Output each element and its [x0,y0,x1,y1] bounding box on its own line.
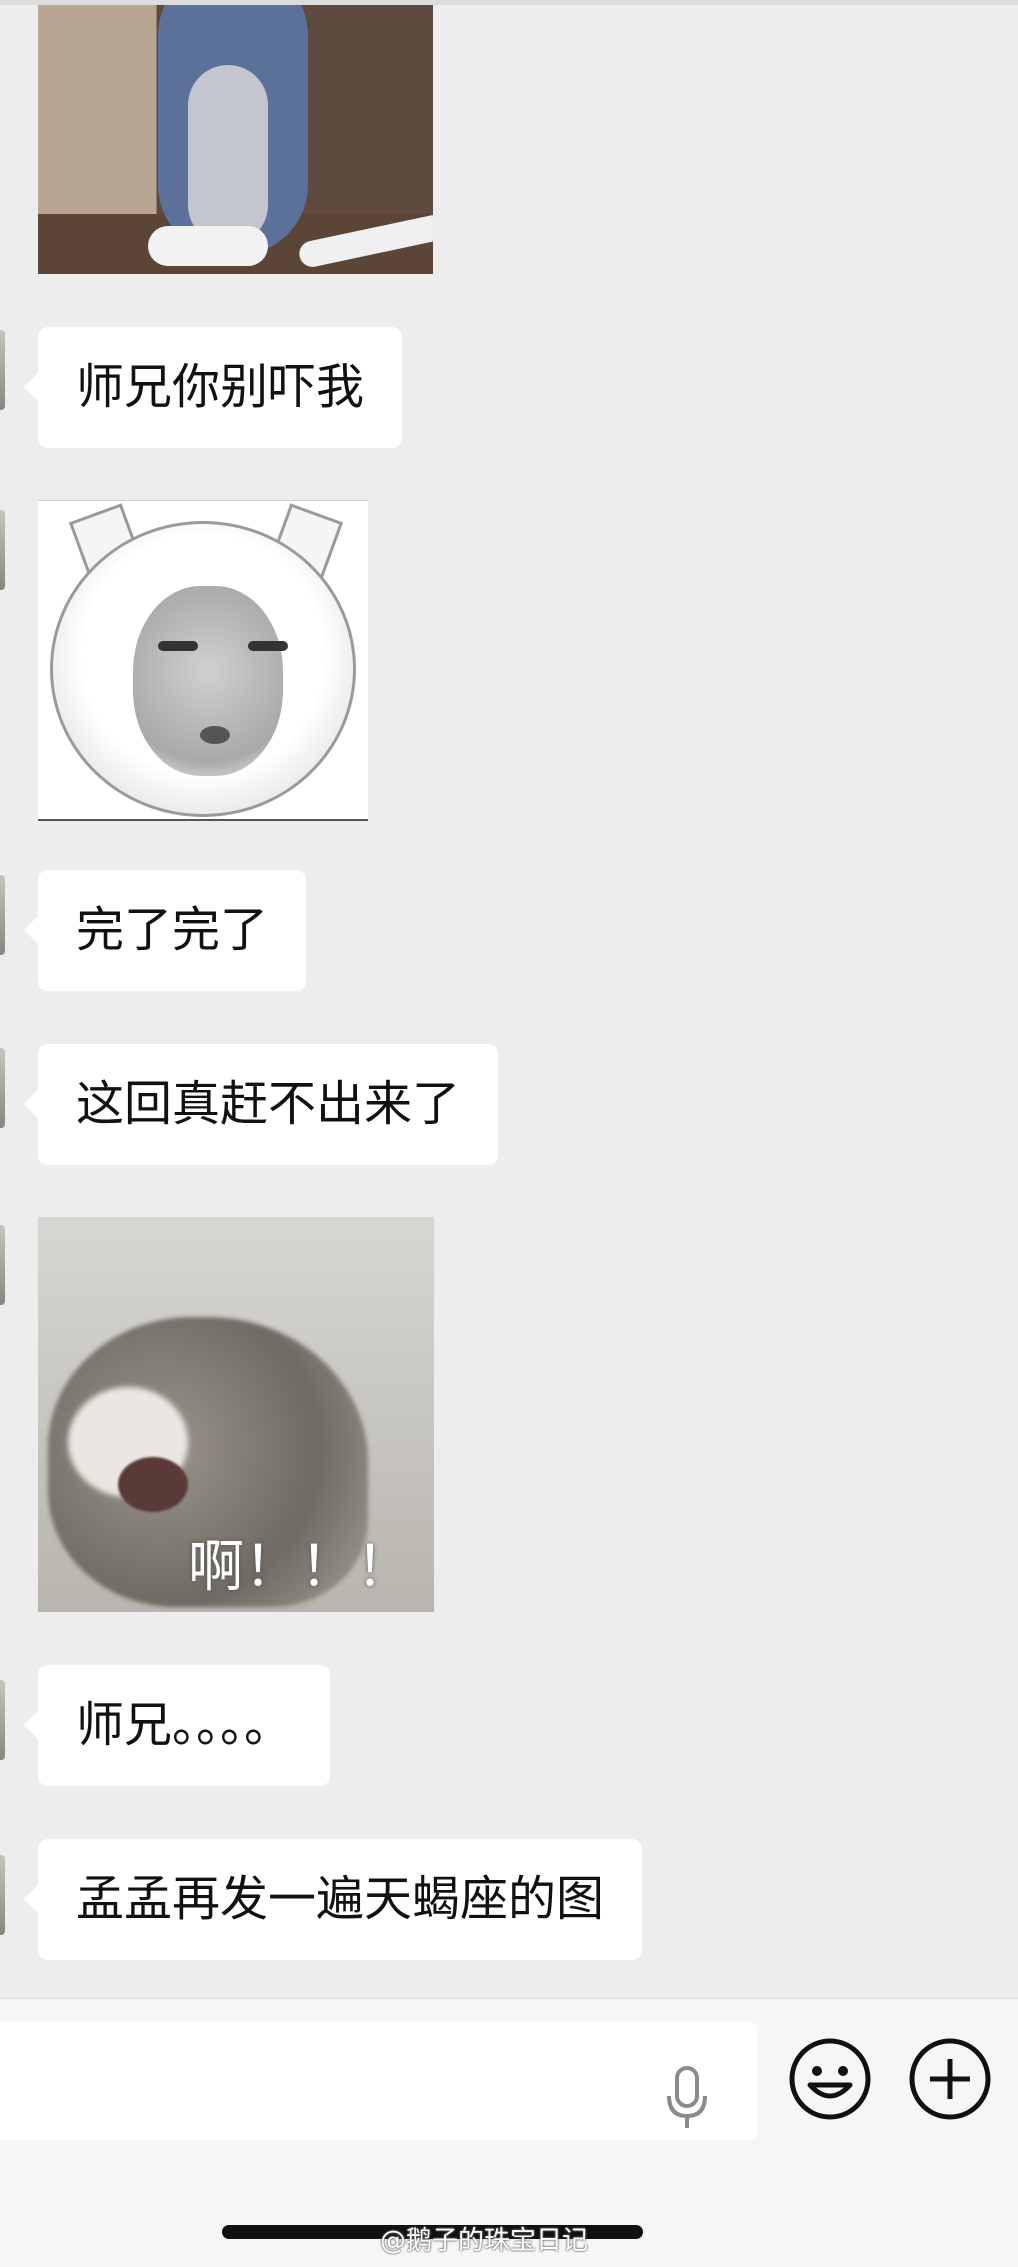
emoji-icon[interactable] [788,2037,872,2121]
microphone-icon[interactable] [664,2066,710,2132]
message-bubble[interactable]: 孟孟再发一遍天蝎座的图 [23,1839,643,1960]
sticker-tom-cat[interactable] [38,5,433,274]
message-bubble[interactable]: 师兄你别吓我 [23,327,403,448]
plus-icon[interactable] [908,2037,992,2121]
message-bubble[interactable]: 这回真赶不出来了 [23,1044,499,1165]
avatar[interactable] [0,510,5,590]
message-bubble[interactable]: 师兄。。。。 [23,1665,331,1786]
avatar[interactable] [0,1225,5,1305]
watermark: @鹅子的珠宝日记 [380,2226,589,2256]
sticker-caption: 啊！！！ [188,1535,412,1600]
avatar[interactable] [0,1855,5,1935]
avatar[interactable] [0,330,5,410]
avatar[interactable] [0,875,5,955]
sticker-round-face[interactable] [38,500,368,821]
message-bubble[interactable]: 完了完了 [23,870,307,991]
avatar[interactable] [0,1680,5,1760]
sticker-screaming-cat[interactable]: 啊！！！ [38,1217,434,1612]
message-input[interactable] [0,2022,757,2140]
avatar[interactable] [0,1048,5,1128]
